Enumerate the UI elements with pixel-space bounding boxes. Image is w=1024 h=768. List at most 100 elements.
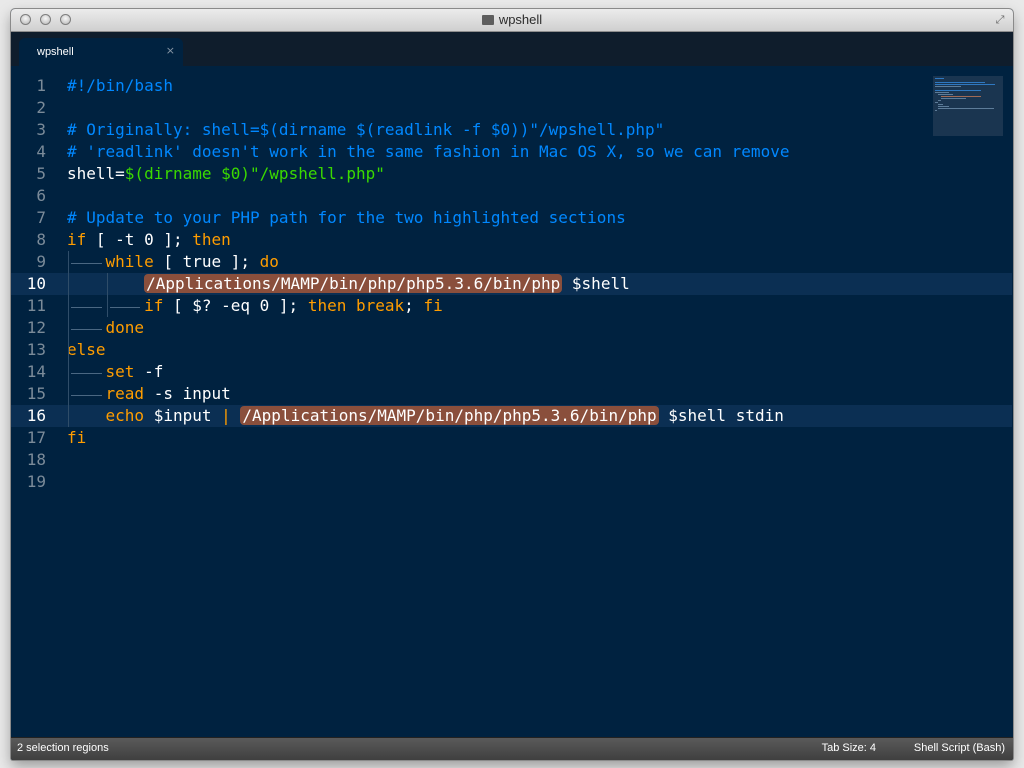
line-number-text: 8 (36, 230, 46, 249)
code-token: $input (144, 406, 222, 425)
code-token: ) (240, 164, 251, 183)
code-token: read (105, 384, 145, 403)
line-number-text: 11 (26, 296, 46, 315)
tab-size-selector[interactable]: Tab Size: 4 (822, 742, 876, 754)
fullscreen-icon[interactable]: ⤢ (993, 13, 1007, 27)
line-number: 8 (11, 229, 46, 251)
line-number: 14 (11, 361, 46, 383)
code-token: dirname $0 (144, 164, 241, 183)
line-number-text: 4 (36, 142, 46, 161)
code-token: do (259, 252, 279, 271)
code-token: then (307, 296, 347, 315)
tab-label: wpshell (37, 46, 74, 58)
minimap-line (938, 108, 995, 109)
line-number: 7 (11, 207, 46, 229)
line-number-text: 7 (36, 208, 46, 227)
code-line[interactable]: #!/bin/bash (67, 75, 173, 97)
line-number-text: 6 (36, 186, 46, 205)
tab-wpshell[interactable]: wpshell × (19, 38, 183, 66)
minimap-line (935, 86, 962, 87)
line-number: 6 (11, 185, 46, 207)
code-line[interactable]: # Originally: shell=$(dirname $(readlink… (67, 119, 664, 141)
indent-guide-vertical (106, 273, 108, 317)
code-line[interactable]: else (67, 339, 106, 361)
code-token: while (105, 252, 154, 271)
code-line[interactable]: while [ true ]; do (67, 251, 279, 273)
selection-region: /Applications/MAMP/bin/php/php5.3.6/bin/… (144, 274, 563, 293)
line-number-text: 15 (26, 384, 46, 403)
line-number: 5 (11, 163, 46, 185)
minimap-line (938, 100, 942, 101)
selection-region: /Applications/MAMP/bin/php/php5.3.6/bin/… (240, 406, 659, 425)
minimap-line (935, 102, 939, 103)
tab-close-icon[interactable]: × (166, 44, 175, 57)
line-number-text: 18 (26, 450, 46, 469)
line-number: 17 (11, 427, 46, 449)
code-token: $shell (562, 274, 630, 293)
line-number-text: 12 (26, 318, 46, 337)
minimap-line (941, 96, 982, 97)
line-number: 9 (11, 251, 46, 273)
code-line[interactable]: echo $input | /Applications/MAMP/bin/php… (61, 405, 1012, 427)
document-icon (481, 15, 494, 25)
code-token: -f (134, 362, 164, 381)
line-number: 15 (11, 383, 46, 405)
code-token: else (67, 340, 106, 359)
code-line[interactable]: set -f (67, 361, 164, 383)
code-token: then (192, 230, 231, 249)
line-number: 3 (11, 119, 46, 141)
code-token: if (67, 230, 87, 249)
minimap-line (938, 104, 943, 105)
line-number: 19 (11, 471, 46, 493)
code-token: | (221, 406, 231, 425)
window-title-wrap: wpshell (11, 12, 1013, 27)
line-number: 16 (11, 405, 61, 427)
code-line[interactable]: /Applications/MAMP/bin/php/php5.3.6/bin/… (61, 273, 1012, 295)
code-token: true (182, 252, 222, 271)
line-number: 10 (11, 273, 61, 295)
code-line[interactable]: # 'readlink' doesn't work in the same fa… (67, 141, 789, 163)
line-number: 12 (11, 317, 46, 339)
minimap[interactable] (933, 76, 1003, 136)
indent-guide-vertical (68, 251, 69, 427)
line-number-text: 3 (36, 120, 46, 139)
line-number-gutter: 1 2 3 4 5 6 7 8 9 10 11 12 13 14 15 16 17 18 19 (11, 66, 61, 737)
syntax-selector[interactable]: Shell Script (Bash) (914, 742, 1005, 754)
code-line[interactable]: done (67, 317, 145, 339)
code-line[interactable]: if [ -t 0 ]; then (67, 229, 231, 251)
tab-bar: wpshell × (11, 32, 1013, 67)
code-token: -s input (144, 384, 231, 403)
line-number-text: 1 (36, 76, 46, 95)
code-line[interactable]: shell=$(dirname $0)"/wpshell.php" (67, 163, 385, 185)
code-line[interactable]: if [ $? -eq 0 ]; then break; fi (67, 295, 443, 317)
code-token: echo (105, 406, 145, 425)
line-number-text: 10 (26, 274, 46, 293)
code-token: [ (153, 252, 183, 271)
code-token: [ -t 0 ]; (86, 230, 193, 249)
line-number-text: 13 (26, 340, 46, 359)
code-token: # Update to your PHP path for the two hi… (67, 208, 626, 227)
code-token: ; (404, 296, 424, 315)
line-number: 2 (11, 97, 46, 119)
code-editor[interactable]: 1 2 3 4 5 6 7 8 9 10 11 12 13 14 15 16 17 18 19 #!/bin/bas… (11, 66, 1013, 737)
line-number: 4 (11, 141, 46, 163)
code-line[interactable]: fi (67, 427, 86, 449)
line-number-text: 19 (26, 472, 46, 491)
code-line[interactable]: # Update to your PHP path for the two hi… (67, 207, 626, 229)
line-number: 1 (11, 75, 46, 97)
code-token: done (105, 318, 145, 337)
minimap-line (938, 94, 953, 95)
minimap-line (935, 90, 982, 91)
code-line[interactable]: read -s input (67, 383, 231, 405)
line-number-text: 5 (36, 164, 46, 183)
code-token: #!/bin/bash (67, 76, 173, 95)
line-number: 18 (11, 449, 46, 471)
code-token: if (144, 296, 164, 315)
line-number-text: 2 (36, 98, 46, 117)
editor-window: wpshell ⤢ wpshell × 1 2 3 4 5 6 7 8 9 10 11 12 13 14 1… (11, 9, 1013, 760)
